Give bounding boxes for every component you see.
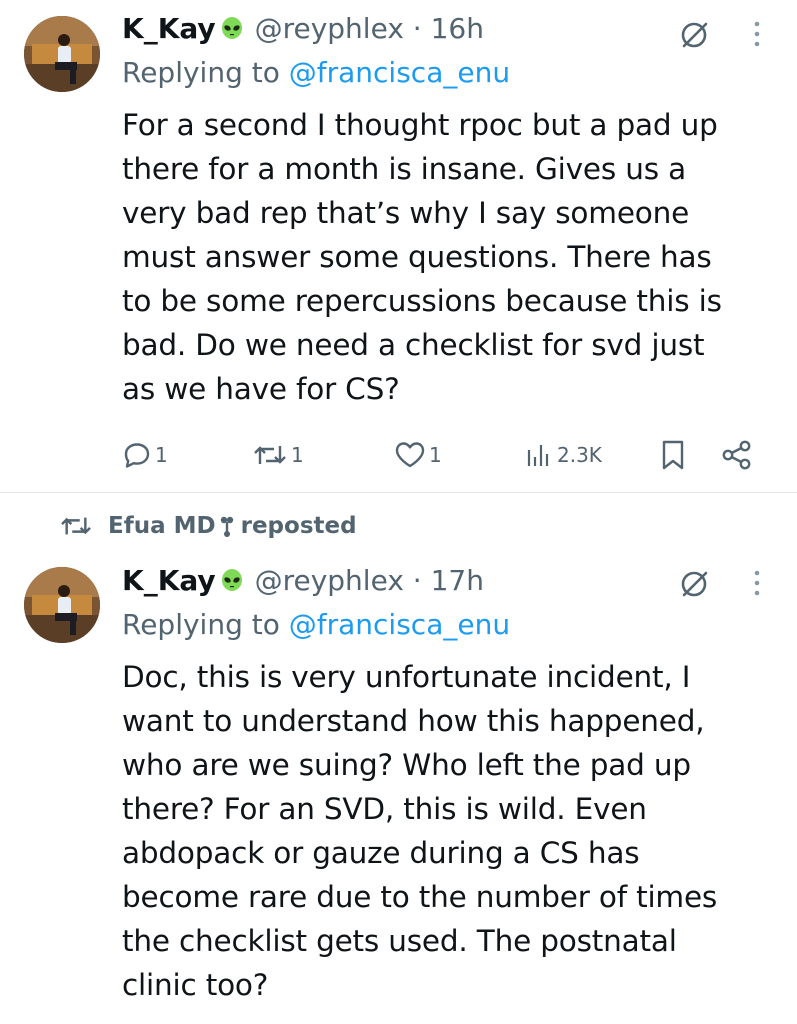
grok-icon[interactable] — [679, 20, 709, 50]
more-options-icon[interactable] — [753, 568, 761, 598]
reposted-by-line[interactable]: Efua MD reposted — [58, 508, 357, 544]
tweet-2[interactable]: K_Kay @reyphlex · 17h Replying to @franc… — [0, 551, 797, 1024]
tweet-time[interactable]: 17h — [431, 564, 484, 597]
repost-count: 1 — [291, 443, 304, 467]
tweet-header: K_Kay @reyphlex · 16h — [122, 12, 484, 46]
grok-icon[interactable] — [679, 569, 709, 599]
tweet-1[interactable]: K_Kay @reyphlex · 16h Replying to @franc… — [0, 0, 797, 492]
repost-icon — [61, 517, 91, 535]
share-icon — [722, 440, 751, 470]
views-count: 2.3K — [557, 443, 602, 467]
avatar[interactable] — [24, 16, 100, 92]
replying-prefix: Replying to — [122, 608, 280, 641]
reposted-by-name[interactable]: Efua MD — [108, 513, 216, 539]
tweet-divider — [0, 492, 797, 493]
replying-to: Replying to @francisca_enu — [122, 56, 510, 90]
separator-dot: · — [412, 564, 422, 597]
author-handle[interactable]: @reyphlex — [255, 12, 404, 45]
alien-emoji-icon — [216, 564, 246, 597]
separator-dot: · — [412, 12, 422, 45]
replying-mention[interactable]: @francisca_enu — [289, 608, 510, 641]
stethoscope-emoji-icon — [220, 516, 233, 537]
author-name[interactable]: K_Kay — [122, 564, 216, 597]
avatar[interactable] — [24, 567, 100, 643]
alien-emoji-icon — [216, 12, 246, 45]
reply-count: 1 — [155, 443, 168, 467]
more-options-icon[interactable] — [753, 19, 761, 49]
repost-button[interactable]: 1 — [252, 437, 304, 473]
tweet-body: Doc, this is very unfortunate incident, … — [122, 660, 718, 1002]
tweet-body: For a second I thought rpoc but a pad up… — [122, 108, 722, 406]
tweet-header: K_Kay @reyphlex · 17h — [122, 564, 484, 598]
replying-prefix: Replying to — [122, 56, 280, 89]
bookmark-button[interactable] — [659, 437, 687, 473]
heart-icon — [395, 442, 425, 468]
replying-to: Replying to @francisca_enu — [122, 608, 510, 642]
views-chart-icon — [527, 445, 549, 466]
like-count: 1 — [429, 443, 442, 467]
like-button[interactable]: 1 — [394, 437, 442, 473]
share-button[interactable] — [720, 437, 754, 473]
bookmark-icon — [662, 440, 684, 470]
reply-button[interactable]: 1 — [122, 437, 168, 473]
repost-icon — [254, 446, 286, 464]
views-button[interactable]: 2.3K — [524, 437, 602, 473]
tweet-time[interactable]: 16h — [431, 12, 484, 45]
action-bar: 1 1 1 2.3K — [122, 437, 762, 473]
author-handle[interactable]: @reyphlex — [255, 564, 404, 597]
replying-mention[interactable]: @francisca_enu — [289, 56, 510, 89]
author-name[interactable]: K_Kay — [122, 12, 216, 45]
reply-icon — [124, 443, 150, 468]
reposted-label: reposted — [240, 513, 357, 539]
